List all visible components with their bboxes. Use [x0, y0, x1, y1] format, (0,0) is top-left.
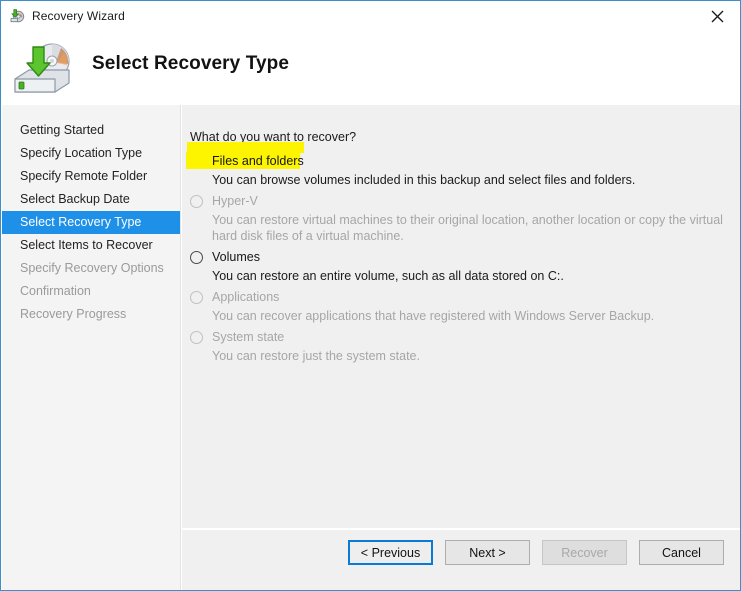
step-list: Getting Started Specify Location Type Sp…	[2, 105, 180, 326]
option-hyper-v: Hyper-V You can restore virtual machines…	[190, 191, 730, 244]
sidebar-item-select-recovery-type[interactable]: Select Recovery Type	[2, 211, 180, 234]
option-desc-files-and-folders: You can browse volumes included in this …	[212, 173, 636, 187]
option-label-system-state: System state	[212, 330, 285, 344]
option-desc-applications: You can recover applications that have r…	[212, 309, 655, 323]
sidebar-item-confirmation: Confirmation	[20, 284, 91, 298]
option-desc-volumes: You can restore an entire volume, such a…	[212, 269, 564, 283]
previous-button[interactable]: < Previous	[348, 540, 433, 565]
recovery-wizard-window: Recovery Wizard Select Recovery Type Get…	[0, 0, 741, 591]
wizard-button-row: < Previous Next > Recover Cancel	[348, 540, 724, 565]
option-files-and-folders: Files and folders You can browse volumes…	[186, 142, 730, 188]
option-desc-system-state: You can restore just the system state.	[212, 349, 420, 363]
recovery-type-panel: What do you want to recover? Files and f…	[182, 105, 740, 529]
option-label-hyper-v: Hyper-V	[212, 194, 258, 208]
option-system-state: System state You can restore just the sy…	[190, 327, 730, 364]
recover-button: Recover	[542, 540, 627, 565]
radio-system-state	[190, 330, 203, 344]
next-button[interactable]: Next >	[445, 540, 530, 565]
page-title: Select Recovery Type	[92, 53, 290, 74]
radio-files-and-folders[interactable]	[190, 154, 203, 168]
window-title: Recovery Wizard	[32, 9, 125, 23]
wizard-header: Select Recovery Type	[2, 31, 740, 105]
radio-row-hyper-v: Hyper-V	[190, 191, 730, 211]
sidebar-item-select-items-to-recover[interactable]: Select Items to Recover	[2, 234, 180, 257]
option-desc-hyper-v: You can restore virtual machines to thei…	[212, 213, 723, 243]
close-button[interactable]	[694, 1, 740, 31]
option-label-files-and-folders: Files and folders	[212, 154, 304, 168]
radio-row-volumes[interactable]: Volumes	[190, 247, 730, 267]
radio-applications	[190, 290, 203, 304]
title-bar: Recovery Wizard	[1, 1, 740, 31]
option-volumes: Volumes You can restore an entire volume…	[190, 247, 730, 284]
option-label-applications: Applications	[212, 290, 280, 304]
radio-volumes[interactable]	[190, 250, 203, 264]
sidebar-item-select-backup-date[interactable]: Select Backup Date	[2, 188, 180, 211]
sidebar-item-recovery-progress: Recovery Progress	[20, 307, 127, 321]
option-applications: Applications You can recover application…	[190, 287, 730, 324]
close-icon	[711, 10, 723, 22]
recovery-disk-icon	[9, 8, 25, 24]
cancel-button[interactable]: Cancel	[639, 540, 724, 565]
recovery-question-label: What do you want to recover?	[190, 130, 357, 144]
sidebar-item-specify-recovery-options: Specify Recovery Options	[20, 261, 164, 275]
sidebar-item-specify-remote-folder[interactable]: Specify Remote Folder	[2, 165, 180, 188]
radio-row-system-state: System state	[190, 327, 730, 347]
option-label-volumes: Volumes	[212, 250, 260, 264]
recovery-disk-arrow-icon	[11, 39, 77, 97]
radio-hyper-v	[190, 194, 203, 208]
wizard-step-sidebar: Getting Started Specify Location Type Sp…	[2, 105, 181, 590]
sidebar-item-specify-location-type[interactable]: Specify Location Type	[2, 142, 180, 165]
recovery-type-options: Files and folders You can browse volumes…	[186, 142, 730, 367]
radio-row-files-and-folders[interactable]: Files and folders	[186, 142, 730, 171]
sidebar-item-getting-started[interactable]: Getting Started	[2, 119, 180, 142]
wizard-footer: < Previous Next > Recover Cancel	[182, 530, 740, 590]
radio-row-applications: Applications	[190, 287, 730, 307]
